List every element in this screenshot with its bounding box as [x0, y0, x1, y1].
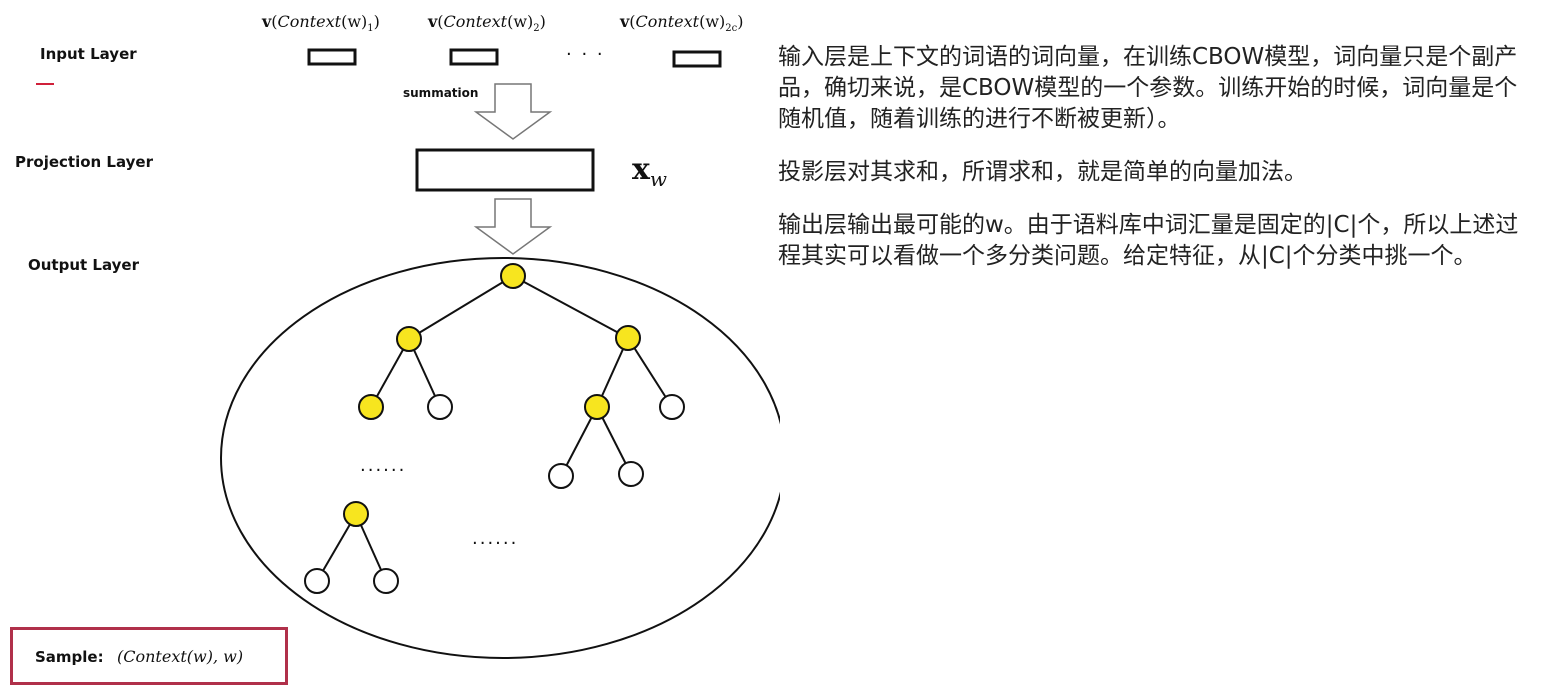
tree-ellipsis-left: ...... [360, 455, 407, 476]
context-vector-label-2: v(Context(w)2) [428, 12, 546, 35]
output-layer-ellipse [220, 257, 780, 659]
tree-node-leaf [427, 394, 453, 420]
projection-layer-label: Projection Layer [15, 153, 153, 171]
input-vector-box-1 [307, 48, 357, 66]
tree-node-leaf [548, 463, 574, 489]
input-ellipsis: · · · [566, 44, 605, 65]
tree-ellipsis-right: ...... [472, 528, 519, 549]
output-layer-description: 输出层输出最可能的w。由于语料库中词汇量是固定的|C|个，所以上述过程其实可以看… [778, 212, 1519, 269]
context-vector-label-1: v(Context(w)1) [262, 12, 380, 35]
input-layer-description: 输入层是上下文的词语的词向量，在训练CBOW模型，词向量只是个副产品，确切来说，… [778, 44, 1518, 132]
projection-symbol: xw [632, 152, 668, 191]
accent-dash [36, 83, 54, 85]
tree-node-root [500, 263, 526, 289]
tree-node-inner [396, 326, 422, 352]
context-vector-label-2c: v(Context(w)2c) [620, 12, 744, 35]
tree-node-leaf [659, 394, 685, 420]
tree-node-leaf [373, 568, 399, 594]
input-layer-label: Input Layer [40, 45, 137, 63]
input-vector-box-2 [449, 48, 499, 66]
description-panel: 输入层是上下文的词语的词向量，在训练CBOW模型，词向量只是个副产品，确切来说，… [778, 42, 1538, 294]
projection-layer-description: 投影层对其求和，所谓求和，就是简单的向量加法。 [778, 159, 1307, 185]
input-vector-box-2c [672, 50, 722, 68]
summation-label: summation [403, 86, 479, 100]
projection-arrow [473, 198, 553, 255]
tree-node-leaf [304, 568, 330, 594]
projection-box [415, 148, 595, 192]
tree-node-inner [358, 394, 384, 420]
tree-node-inner [343, 501, 369, 527]
sample-label: Sample: [35, 648, 104, 666]
tree-node-inner [615, 325, 641, 351]
tree-node-leaf [618, 461, 644, 487]
cbow-diagram [220, 48, 780, 659]
sample-formula: (Context(w), w) [117, 647, 244, 666]
tree-node-inner [584, 394, 610, 420]
summation-arrow [473, 83, 553, 140]
output-layer-label: Output Layer [28, 256, 139, 274]
sample-box: Sample: (Context(w), w) [10, 627, 288, 685]
